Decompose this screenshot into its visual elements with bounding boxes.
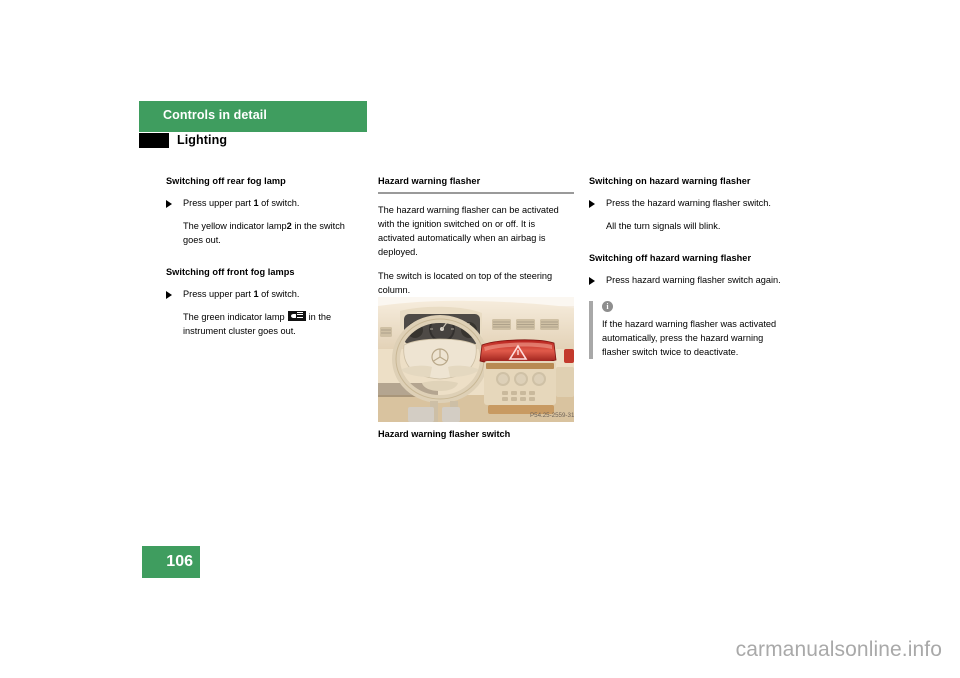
left-column: Switching off rear fog lamp Press upper …	[166, 174, 362, 347]
result-text-pre: The green indicator lamp	[183, 312, 285, 322]
dashboard-svg: P54.25-2559-31	[378, 297, 574, 422]
triangle-bullet-icon	[589, 199, 595, 208]
step-press-upper-part-1-rear: Press upper part 1 of switch.	[166, 196, 362, 210]
step-text: Press hazard warning flasher switch agai…	[606, 275, 781, 285]
triangle-bullet-icon	[166, 290, 172, 299]
figure-reference-code: P54.25-2559-31	[530, 412, 574, 419]
heading-switching-off-front-fog-lamps: Switching off front fog lamps	[166, 267, 295, 277]
info-note: i If the hazard warning flasher was acti…	[589, 301, 785, 359]
figure-hazard-warning-flasher-switch: P54.25-2559-31 Hazard warning flasher sw…	[378, 297, 574, 439]
paragraph-switch-location: The switch is located on top of the stee…	[378, 271, 553, 295]
section-title: Lighting	[177, 133, 228, 147]
step-text-pre: Press upper part	[183, 198, 254, 208]
info-icon: i	[602, 301, 613, 312]
triangle-bullet-icon	[589, 276, 595, 285]
note-text: If the hazard warning flasher was activa…	[602, 319, 777, 357]
dashboard-illustration: P54.25-2559-31	[378, 297, 574, 422]
result-turn-signals-blink: All the turn signals will blink.	[606, 221, 721, 231]
step-text-post: of switch.	[258, 198, 300, 208]
heading-hazard-warning-flasher: Hazard warning flasher	[378, 176, 481, 186]
chapter-title: Controls in detail	[163, 108, 267, 122]
heading-divider	[378, 192, 574, 194]
paragraph-hazard-activation: The hazard warning flasher can be activa…	[378, 205, 559, 257]
result-text-pre: The yellow indicator lamp	[183, 221, 287, 231]
heading-switching-off-rear-fog-lamp: Switching off rear fog lamp	[166, 176, 286, 186]
heading-switching-off-hazard-warning-flasher: Switching off hazard warning flasher	[589, 253, 752, 263]
right-column: Switching on hazard warning flasher Pres…	[589, 174, 785, 359]
page-number: 106	[166, 553, 193, 570]
step-press-upper-part-1-front: Press upper part 1 of switch.	[166, 287, 362, 301]
triangle-bullet-icon	[166, 199, 172, 208]
step-press-hazard-switch: Press the hazard warning flasher switch.	[589, 196, 785, 210]
page-number-badge: 106	[142, 546, 200, 578]
note-accent-bar	[589, 301, 593, 359]
chapter-header-bar: Controls in detail	[139, 101, 367, 132]
fog-lamp-indicator-icon	[287, 311, 306, 321]
result-front-fog-lamps: The green indicator lamp in the instrumen…	[166, 310, 362, 338]
step-text: Press the hazard warning flasher switch.	[606, 198, 771, 208]
heading-switching-on-hazard-warning-flasher: Switching on hazard warning flasher	[589, 176, 751, 186]
step-text-pre: Press upper part	[183, 289, 254, 299]
step-press-hazard-switch-again: Press hazard warning flasher switch agai…	[589, 273, 785, 287]
figure-caption: Hazard warning flasher switch	[378, 429, 511, 439]
result-rear-fog-lamp: The yellow indicator lamp2 in the switch…	[166, 219, 362, 247]
step-text-post: of switch.	[258, 289, 300, 299]
section-marker-square	[139, 133, 169, 148]
watermark: carmanualsonline.info	[735, 638, 942, 661]
middle-column: Hazard warning flasher The hazard warnin…	[378, 174, 574, 305]
